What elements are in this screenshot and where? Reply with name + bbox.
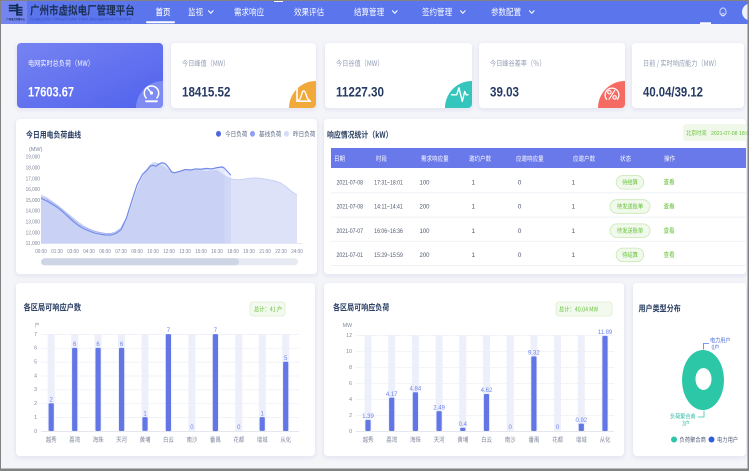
svg-text:2021-07-08 18:03: 2021-07-08 18:03: [711, 131, 749, 137]
svg-text:2: 2: [34, 401, 37, 407]
svg-text:09:00: 09:00: [131, 249, 143, 255]
svg-text:19,000: 19,000: [26, 155, 40, 161]
svg-text:2021-07-07: 2021-07-07: [337, 228, 364, 235]
svg-text:12:00: 12:00: [163, 249, 175, 255]
svg-text:4: 4: [349, 397, 352, 403]
svg-text:10: 10: [346, 349, 352, 355]
svg-text:16:06~16:36: 16:06~16:36: [374, 228, 403, 235]
svg-text:11227.30: 11227.30: [336, 84, 384, 100]
svg-text:40.04/39.12: 40.04/39.12: [643, 84, 703, 100]
svg-text:04:30: 04:30: [83, 249, 95, 255]
svg-text:0.4: 0.4: [459, 422, 468, 428]
svg-text:4.17: 4.17: [386, 392, 398, 398]
svg-text:00:00: 00:00: [35, 249, 47, 255]
svg-text:2.49: 2.49: [433, 405, 445, 411]
svg-text:6: 6: [349, 381, 352, 387]
svg-text:100: 100: [420, 180, 430, 187]
svg-text:10:30: 10:30: [147, 249, 159, 255]
svg-text:9.32: 9.32: [528, 351, 540, 357]
svg-text:2: 2: [349, 413, 352, 419]
svg-text:2021-07-08: 2021-07-08: [337, 180, 364, 187]
svg-text:16:30: 16:30: [211, 249, 223, 255]
svg-text:13:30: 13:30: [179, 249, 191, 255]
svg-text:18:00: 18:00: [227, 249, 239, 255]
svg-text:7: 7: [34, 332, 37, 338]
svg-text:18415.52: 18415.52: [182, 84, 231, 100]
svg-text:1: 1: [572, 204, 576, 211]
svg-text:200: 200: [420, 204, 430, 211]
svg-text:19:30: 19:30: [243, 249, 255, 255]
svg-text:4.62: 4.62: [481, 388, 493, 394]
svg-text:0: 0: [518, 252, 522, 259]
svg-text:15:00: 15:00: [195, 249, 207, 255]
svg-text:1: 1: [572, 252, 576, 259]
svg-text:22:30: 22:30: [275, 249, 287, 255]
svg-text:16,000: 16,000: [26, 187, 40, 193]
svg-text:200: 200: [420, 252, 430, 259]
svg-text:21:00: 21:00: [259, 249, 271, 255]
svg-text:39.03: 39.03: [490, 84, 519, 100]
svg-text:1: 1: [34, 415, 37, 421]
svg-text:01:30: 01:30: [51, 249, 63, 255]
svg-text:0.92: 0.92: [575, 418, 587, 424]
svg-text:06:00: 06:00: [99, 249, 111, 255]
svg-text:17,000: 17,000: [26, 176, 40, 182]
svg-text:1: 1: [472, 180, 476, 187]
svg-text:2021-07-01: 2021-07-01: [337, 252, 364, 259]
svg-text:1: 1: [572, 180, 576, 187]
svg-text:4: 4: [34, 373, 37, 379]
svg-text:03:00: 03:00: [67, 249, 79, 255]
svg-text:07:30: 07:30: [115, 249, 127, 255]
svg-text:17603.67: 17603.67: [28, 84, 74, 100]
svg-text:17:31~18:01: 17:31~18:01: [374, 180, 403, 187]
svg-text:(MW): (MW): [29, 147, 43, 153]
svg-text:0: 0: [518, 204, 522, 211]
svg-text:3: 3: [34, 387, 37, 393]
svg-text:15:29~15:59: 15:29~15:59: [374, 252, 403, 259]
svg-text:14:11~14:41: 14:11~14:41: [374, 204, 403, 211]
svg-text:1: 1: [572, 228, 576, 235]
svg-text:18,000: 18,000: [26, 166, 40, 172]
svg-text:8: 8: [349, 365, 352, 371]
svg-text:6: 6: [34, 346, 37, 352]
svg-text:1: 1: [472, 252, 476, 259]
svg-text:11,000: 11,000: [26, 241, 41, 247]
svg-text:0: 0: [518, 180, 522, 187]
svg-text:1: 1: [472, 204, 476, 211]
svg-text:4.84: 4.84: [410, 387, 422, 393]
svg-text:24:00: 24:00: [291, 249, 303, 255]
svg-text:1.39: 1.39: [362, 414, 374, 420]
svg-text:0: 0: [34, 429, 37, 435]
svg-text:12,000: 12,000: [26, 230, 40, 236]
svg-text:14,000: 14,000: [26, 209, 40, 215]
svg-text:2021-07-08: 2021-07-08: [337, 204, 364, 211]
svg-text:11.89: 11.89: [598, 330, 613, 336]
svg-text:5: 5: [34, 360, 37, 366]
svg-text:0: 0: [518, 228, 522, 235]
svg-text:12: 12: [346, 333, 352, 339]
svg-text:1: 1: [472, 228, 476, 235]
svg-text:13,000: 13,000: [26, 220, 40, 226]
svg-text:0: 0: [349, 429, 352, 435]
svg-text:100: 100: [420, 228, 430, 235]
svg-text:Guangzhou Virtual Power Plant: Guangzhou Virtual Power Plant Management…: [30, 17, 131, 22]
svg-text:MW: MW: [343, 323, 352, 329]
svg-text:15,000: 15,000: [26, 198, 40, 204]
